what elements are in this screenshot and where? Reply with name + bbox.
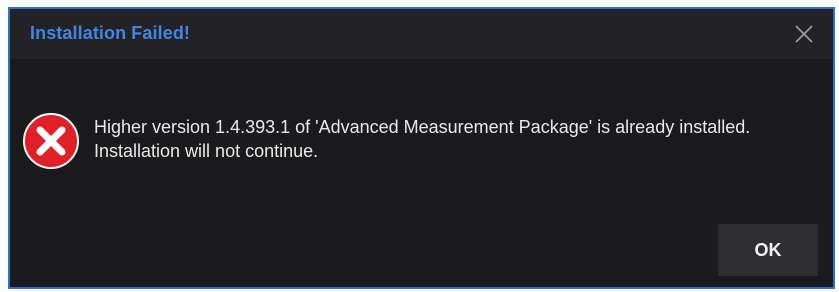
close-icon: [795, 25, 813, 43]
ok-button[interactable]: OK: [718, 224, 818, 276]
dialog-titlebar: Installation Failed!: [10, 9, 833, 59]
error-icon: [23, 113, 79, 169]
error-message-line-1: Higher version 1.4.393.1 of 'Advanced Me…: [94, 117, 751, 137]
error-message: Higher version 1.4.393.1 of 'Advanced Me…: [94, 115, 829, 163]
error-message-line-2: Installation will not continue.: [94, 141, 319, 161]
dialog-title: Installation Failed!: [30, 23, 191, 43]
installation-failed-dialog: Installation Failed! Higher version 1.4.…: [8, 7, 835, 289]
close-button[interactable]: [791, 21, 817, 47]
